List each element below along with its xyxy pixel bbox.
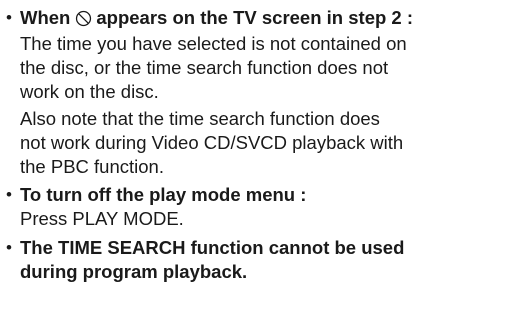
note-1-para-1-line-1: The time you have selected is not contai… [20, 33, 407, 54]
note-1-para-2-line-1: Also note that the time search function … [20, 108, 380, 129]
heading-text-when: When [20, 7, 71, 28]
note-heading-1: When appears on the TV screen in step 2 : [20, 6, 413, 30]
instruction-notes: • When appears on the TV screen in step 2… [0, 0, 518, 324]
bullet-3: • [6, 238, 12, 257]
prohibited-circle-icon [76, 10, 92, 27]
heading-text-appears: appears on the TV screen in step 2 : [96, 7, 414, 28]
note-1-para-2-line-3: the PBC function. [20, 156, 164, 177]
note-2-body: Press PLAY MODE. [20, 208, 184, 229]
bullet-2: • [6, 185, 12, 204]
note-heading-3-line-1: The TIME SEARCH function cannot be used [20, 237, 405, 258]
note-heading-3-line-2: during program playback. [20, 261, 248, 282]
note-1-para-2-line-2: not work during Video CD/SVCD playback w… [20, 132, 404, 153]
note-1-para-1-line-2: the disc, or the time search function do… [20, 57, 389, 78]
note-1-para-1-line-3: work on the disc. [20, 81, 159, 102]
bullet-1: • [6, 8, 12, 27]
note-heading-2: To turn off the play mode menu : [20, 184, 307, 205]
